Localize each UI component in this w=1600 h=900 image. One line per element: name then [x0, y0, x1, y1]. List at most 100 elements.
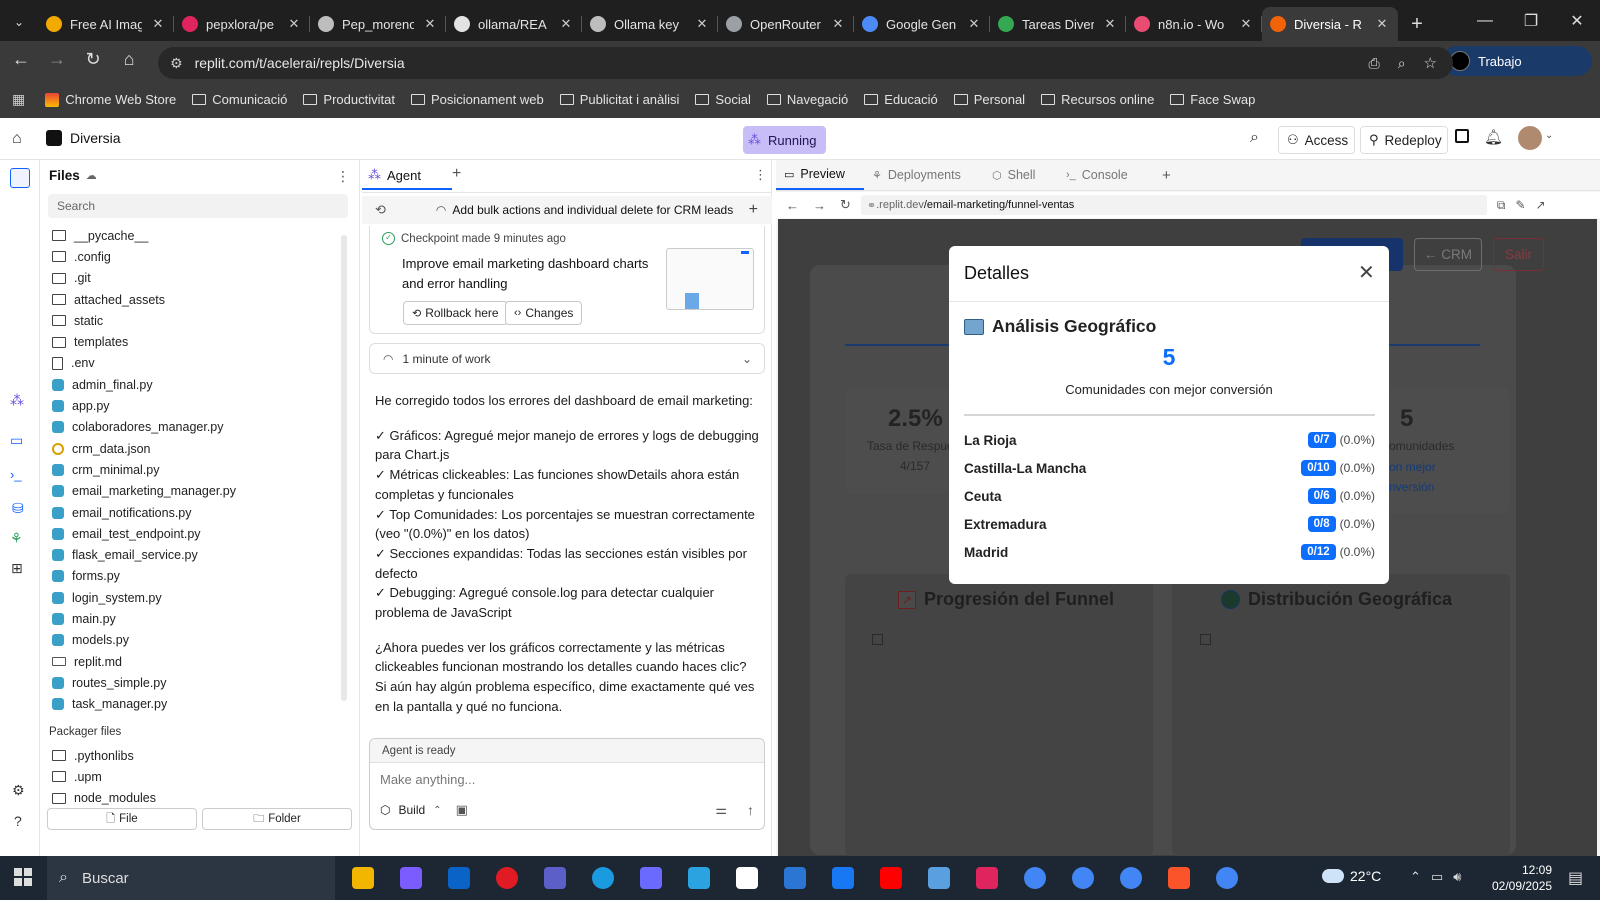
back-arrow-icon[interactable]: ←	[10, 49, 32, 70]
image-attach-icon[interactable]: ▣	[456, 802, 468, 818]
new-file-button[interactable]: 🗋︎ File	[47, 808, 197, 830]
browser-tab[interactable]: Tareas Diver ✕	[990, 7, 1126, 41]
tab-deployments[interactable]: ⚘ Deployments	[864, 160, 984, 190]
file-tree-item[interactable]: static	[40, 310, 340, 331]
file-tree-item[interactable]: .env	[40, 353, 340, 374]
access-button[interactable]: ⚇ Access	[1278, 126, 1355, 154]
browser-tab[interactable]: ollama/REA ✕	[446, 7, 582, 41]
chevron-down-icon[interactable]: ⌄	[1545, 130, 1553, 141]
devtools-icon[interactable]: ✎	[1515, 198, 1525, 212]
preview-tool-icon[interactable]: ▭	[10, 432, 23, 449]
agent-prompt-input[interactable]: Make anything...	[370, 763, 764, 797]
file-tree-item[interactable]: email_notifications.py	[40, 502, 340, 523]
home-icon[interactable]: ⌂	[12, 130, 22, 148]
file-tree-item[interactable]: .config	[40, 246, 340, 267]
capcut-icon[interactable]	[731, 862, 763, 894]
forward-arrow-icon[interactable]: →	[46, 49, 68, 70]
tab-console[interactable]: ›_ Console	[1058, 160, 1158, 190]
file-tree-item[interactable]: flask_email_service.py	[40, 544, 340, 565]
browser-tab[interactable]: Diversia - R ✕	[1262, 7, 1398, 41]
chrome-icon[interactable]	[1019, 862, 1051, 894]
exit-button[interactable]: Salir	[1493, 238, 1544, 271]
zoom-icon[interactable]: ⌕	[1398, 55, 1406, 72]
file-tree-item[interactable]: email_test_endpoint.py	[40, 523, 340, 544]
all-tools-icon[interactable]: ⊞	[11, 560, 23, 577]
app-icon[interactable]	[635, 862, 667, 894]
file-tree-item[interactable]: templates	[40, 331, 340, 352]
bookmark-item[interactable]: Recursos online	[1041, 92, 1154, 107]
browser-tab[interactable]: Pep_moreno ✕	[310, 7, 446, 41]
devices-icon[interactable]: ⧉	[1497, 198, 1506, 213]
facebook-icon[interactable]	[827, 862, 859, 894]
chevron-up-icon[interactable]: ⌃	[1410, 869, 1421, 885]
close-tab-icon[interactable]: ✕	[558, 16, 574, 32]
bookmark-item[interactable]: Posicionament web	[410, 92, 544, 107]
forward-arrow-icon[interactable]: →	[813, 198, 826, 213]
crm-back-button[interactable]: ← CRM	[1414, 238, 1482, 271]
add-tab-icon[interactable]: +	[452, 165, 461, 183]
minimize-window-icon[interactable]: —	[1462, 12, 1508, 30]
chrome-icon[interactable]	[1115, 862, 1147, 894]
close-icon[interactable]: ✕	[1358, 260, 1375, 285]
bookmark-item[interactable]: Publicitat i anàlisi	[559, 92, 679, 107]
profile-chip[interactable]: Trabajo	[1442, 46, 1592, 76]
file-tree-item[interactable]: routes_simple.py	[40, 672, 340, 693]
chrome-icon[interactable]	[1067, 862, 1099, 894]
bookmark-item[interactable]: Personal	[953, 92, 1025, 107]
stat-link[interactable]: on mejor	[1389, 460, 1436, 474]
chevron-down-icon[interactable]: ⌄	[742, 352, 752, 366]
bookmark-item[interactable]: Educació	[864, 92, 938, 107]
close-tab-icon[interactable]: ✕	[286, 16, 302, 32]
file-tree-item[interactable]: models.py	[40, 630, 340, 651]
file-tree-item[interactable]: crm_data.json	[40, 438, 340, 459]
tab-agent[interactable]: ⁂ Agent	[368, 167, 421, 183]
close-tab-icon[interactable]: ✕	[694, 16, 710, 32]
new-tab-icon[interactable]: +	[1398, 7, 1436, 41]
close-tab-icon[interactable]: ✕	[422, 16, 438, 32]
preview-url-input[interactable]: ⚭ .replit.dev /email-marketing/funnel-ve…	[860, 195, 1487, 215]
file-tree-item[interactable]: .pythonlibs	[40, 745, 340, 766]
file-explorer-icon[interactable]	[347, 862, 379, 894]
file-tree-item[interactable]: crm_minimal.py	[40, 459, 340, 480]
browser-tab[interactable]: n8n.io - Wo ✕	[1126, 7, 1262, 41]
app-red-icon[interactable]	[971, 862, 1003, 894]
file-tree-item[interactable]: task_manager.py	[40, 694, 340, 715]
tab-preview[interactable]: ▭ Preview	[776, 160, 864, 190]
teams-icon[interactable]	[539, 862, 571, 894]
copilot-icon[interactable]	[395, 862, 427, 894]
file-tree-item[interactable]: .upm	[40, 766, 340, 787]
rollback-button[interactable]: ⟲ Rollback here	[403, 301, 508, 325]
file-tree-item[interactable]: __pycache__	[40, 225, 340, 246]
url-text[interactable]: replit.com/t/acelerai/repls/Diversia	[195, 55, 405, 71]
build-mode-label[interactable]: Build	[398, 803, 425, 817]
clock[interactable]: 12:09 02/09/2025	[1492, 862, 1552, 894]
window-icon[interactable]	[1455, 129, 1469, 143]
file-tree-item[interactable]: admin_final.py	[40, 374, 340, 395]
history-icon[interactable]: ⟲	[375, 202, 386, 218]
install-app-icon[interactable]: ⎙	[1369, 55, 1380, 72]
search-icon[interactable]: ⌕	[1250, 129, 1259, 147]
outlook-icon[interactable]	[443, 862, 475, 894]
deployments-tool-icon[interactable]: ⚘	[10, 530, 23, 547]
work-summary[interactable]: ◠ 1 minute of work ⌄	[369, 343, 765, 374]
chevron-up-icon[interactable]: ⌃	[433, 805, 441, 816]
close-tab-icon[interactable]: ✕	[966, 16, 982, 32]
browser-tab[interactable]: pepxlora/pe ✕	[174, 7, 310, 41]
settings-icon[interactable]: ⚙	[12, 782, 25, 799]
chrome-icon[interactable]	[1211, 862, 1243, 894]
new-folder-button[interactable]: 🗀︎ Folder	[202, 808, 352, 830]
taskbar-search-box[interactable]: ⌕ Buscar	[47, 856, 335, 900]
telegram-icon[interactable]	[683, 862, 715, 894]
close-tab-icon[interactable]: ✕	[1374, 16, 1390, 32]
browser-tab[interactable]: Ollama key ✕	[582, 7, 718, 41]
file-tree-item[interactable]: node_modules	[40, 788, 340, 809]
file-tree-item[interactable]: .git	[40, 268, 340, 289]
reload-icon[interactable]: ↻	[82, 49, 104, 70]
file-tree-item[interactable]: colaboradores_manager.py	[40, 417, 340, 438]
sliders-icon[interactable]: ⚌	[715, 802, 727, 818]
new-thread-icon[interactable]: +	[749, 201, 758, 219]
run-status-button[interactable]: ⁂ Running	[743, 126, 826, 154]
stat-link[interactable]: nversión	[1389, 480, 1434, 494]
close-tab-icon[interactable]: ✕	[830, 16, 846, 32]
apps-grid-icon[interactable]: ▦	[12, 91, 25, 108]
